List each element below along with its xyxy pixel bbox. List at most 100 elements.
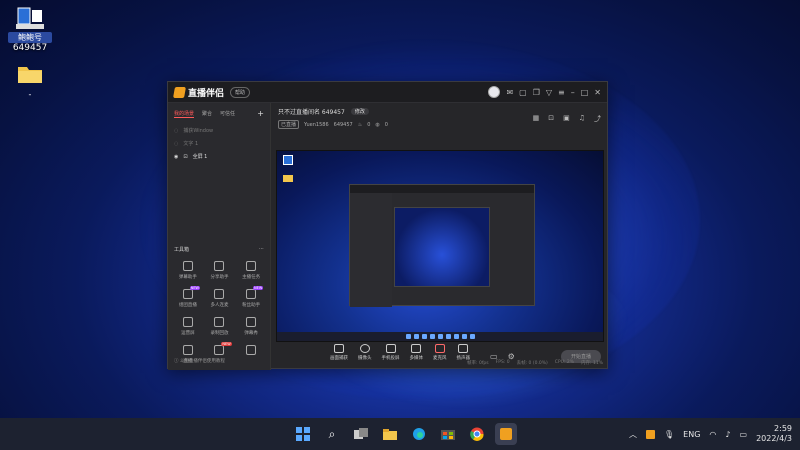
tool-item[interactable]: 运营屏: [172, 317, 204, 336]
speaker-button[interactable]: 扬声器: [457, 344, 470, 361]
language-indicator[interactable]: ENG: [683, 430, 700, 439]
avatar[interactable]: [488, 86, 501, 98]
gift-icon[interactable]: ▦: [533, 114, 540, 124]
mic-button[interactable]: 麦克风: [433, 344, 447, 361]
edit-room-button[interactable]: 修改: [350, 108, 369, 115]
date: 2022/4/3: [756, 434, 792, 443]
tools-header: 工具箱 ⋯: [174, 246, 264, 253]
chevron-up-icon[interactable]: ︿: [629, 429, 637, 440]
edge-icon[interactable]: [408, 423, 430, 445]
status-bar: 帧率: 0fps FPS: 0 丢帧: 0 (0.0%) CPU: 2% 内存:…: [467, 360, 603, 366]
task-view-icon[interactable]: [350, 423, 372, 445]
tab-aggregate[interactable]: 聚合: [202, 110, 212, 117]
minimize-icon[interactable]: –: [571, 88, 575, 97]
tool-label: 主播任务: [242, 275, 261, 280]
monitor-icon: [334, 344, 344, 353]
file-explorer-icon[interactable]: [379, 423, 401, 445]
username: Yuen1586: [304, 121, 329, 128]
add-scene-icon[interactable]: +: [257, 109, 264, 118]
tool-icon: [214, 289, 225, 299]
tutorial-link[interactable]: ⓘ 斗鱼直播伴侣使用教程: [174, 358, 225, 364]
tool-item[interactable]: 弹幕助手: [172, 261, 204, 280]
store-icon[interactable]: [437, 423, 459, 445]
tool-label: 弹幕秀: [244, 331, 258, 336]
tool-item[interactable]: 分享助手: [204, 261, 236, 280]
nested-title-bar: [350, 185, 534, 193]
heat-count: 0: [367, 121, 371, 128]
nested-app-window: [349, 184, 535, 307]
share-icon[interactable]: ⤴: [594, 114, 601, 124]
maximize-icon[interactable]: □: [581, 88, 589, 97]
tool-item[interactable]: 录制回放: [204, 317, 236, 336]
menu-icon[interactable]: ≡: [558, 88, 565, 97]
battery-icon[interactable]: ▭: [740, 430, 748, 439]
tool-item[interactable]: 主播任务: [235, 261, 267, 280]
bell-icon[interactable]: ♫: [579, 114, 585, 124]
speaker-icon: [458, 344, 469, 353]
tool-icon: [182, 261, 193, 271]
tool-item[interactable]: [235, 345, 267, 364]
tool-item[interactable]: NEW 组团直播: [172, 286, 204, 308]
viewer-count: 0: [384, 121, 388, 128]
phone-cast-button[interactable]: 手机投屏: [382, 344, 400, 361]
scene-item[interactable]: ◌ 文字 1: [168, 137, 270, 150]
desktop-icon-folder[interactable]: -: [8, 64, 52, 99]
mic-icon[interactable]: 🎙︎: [664, 430, 674, 439]
tab-scenes[interactable]: 我的场景: [174, 110, 195, 118]
camera-icon: [359, 344, 370, 353]
room-title: 只不过直播间名 649457: [278, 109, 345, 116]
mail-icon[interactable]: ✉: [506, 88, 513, 97]
desktop-icon-sublabel: 649457: [12, 43, 48, 53]
eye-icon: ◌: [174, 127, 179, 134]
gift-icon[interactable]: ▢: [519, 88, 527, 97]
tool-icon: [246, 261, 257, 271]
tool-icon: [246, 317, 257, 327]
tool-icon: [182, 345, 193, 355]
time: 2:59: [774, 424, 792, 433]
more-icon[interactable]: ⋯: [259, 246, 264, 253]
tool-label: 组团直播: [178, 303, 197, 308]
tool-icon: [214, 345, 225, 355]
tool-label: 录制回放: [210, 331, 229, 336]
app-tray-icon[interactable]: [646, 429, 655, 439]
live-companion-icon[interactable]: [495, 423, 517, 445]
help-pill[interactable]: 帮助: [230, 86, 251, 98]
close-icon[interactable]: ✕: [594, 88, 601, 97]
action-label: 多媒体: [409, 356, 424, 361]
folder-icon: [283, 175, 293, 182]
lock-icon: ⊡: [183, 153, 188, 160]
desktop-icon-app[interactable]: 鲍鲍号 649457: [8, 6, 52, 53]
title-bar: 直播伴侣 帮助 ✉ ▢ ❐ ▽ ≡ – □ ✕: [168, 82, 607, 103]
tab-trusted[interactable]: 可信任: [220, 110, 235, 117]
camera-button[interactable]: 摄像头: [358, 344, 372, 361]
search-icon[interactable]: ⌕: [321, 423, 343, 445]
tool-item[interactable]: 弹幕秀: [235, 317, 267, 336]
tool-item[interactable]: 多人连麦: [204, 289, 236, 308]
lock-icon[interactable]: ⊡: [548, 114, 554, 124]
desktop-icon-label: -: [28, 90, 32, 99]
wifi-icon[interactable]: ◠: [709, 430, 716, 439]
app-name: 直播伴侣: [188, 88, 225, 99]
tool-item[interactable]: NEW 粉丝助手: [235, 286, 267, 308]
chrome-icon[interactable]: [466, 423, 488, 445]
copy-icon[interactable]: ❐: [533, 88, 540, 97]
media-button[interactable]: 多媒体: [409, 344, 424, 361]
phone-icon: [385, 344, 396, 353]
mic-icon: [434, 344, 445, 353]
action-label: 画面捕获: [330, 356, 348, 361]
box-icon[interactable]: ▣: [563, 114, 570, 124]
stream-preview[interactable]: [276, 150, 604, 342]
speaker-icon[interactable]: ♪: [725, 430, 730, 439]
app-window: 直播伴侣 帮助 ✉ ▢ ❐ ▽ ≡ – □ ✕ 我的场景 聚合 可信任 + ◌ 捕…: [167, 81, 608, 370]
clock[interactable]: 2:59 2022/4/3: [756, 424, 792, 444]
scene-item[interactable]: ◉ ⊡ 全屏 1: [168, 150, 270, 163]
filter-icon[interactable]: ▽: [546, 88, 552, 97]
start-icon[interactable]: [292, 423, 314, 445]
capture-button[interactable]: 画面捕获: [330, 344, 348, 361]
tool-icon: [214, 317, 225, 327]
tool-label: 多人连麦: [210, 303, 229, 308]
app-shortcut-icon: [14, 6, 46, 32]
scene-item[interactable]: ◌ 捕获Window: [168, 124, 270, 137]
status-dropped: 丢帧: 0 (0.0%): [516, 361, 548, 366]
tool-label: 粉丝助手: [242, 303, 261, 308]
